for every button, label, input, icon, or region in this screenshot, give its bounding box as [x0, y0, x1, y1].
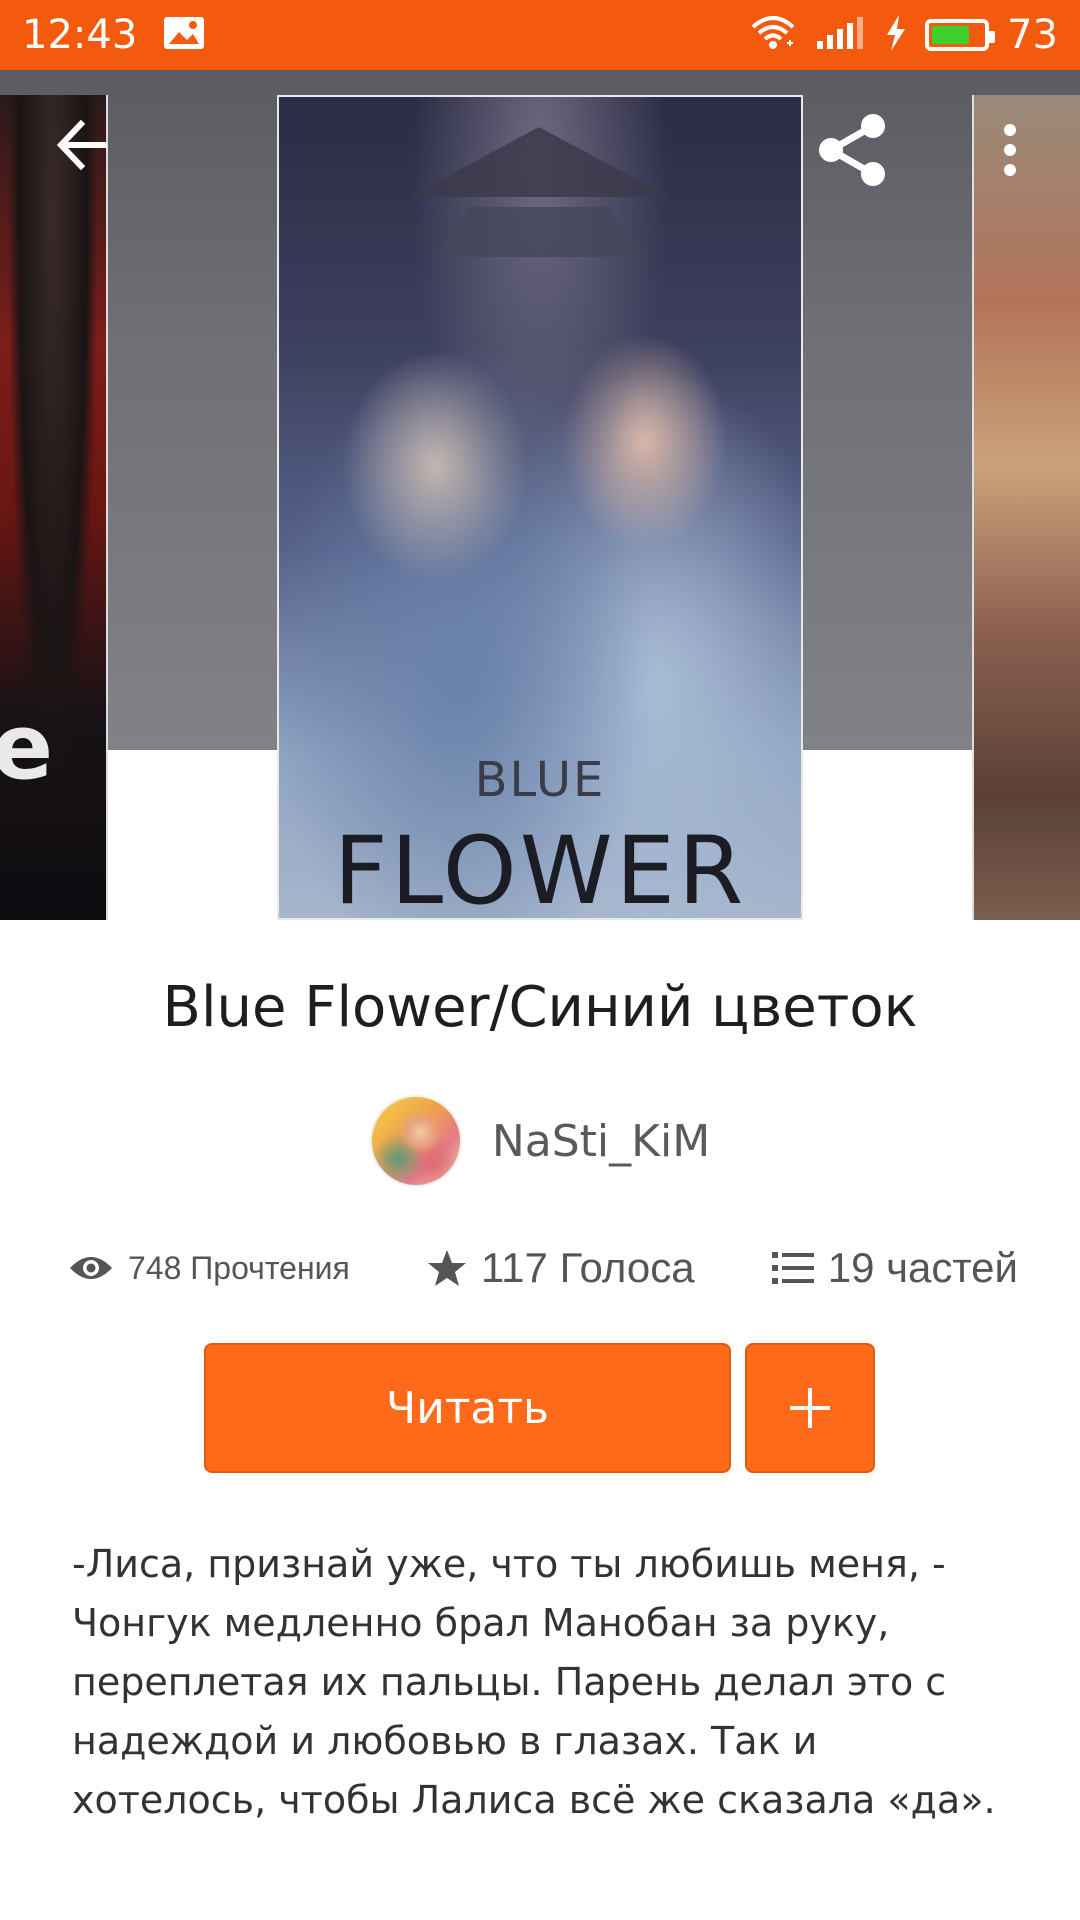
add-to-library-button[interactable] — [745, 1343, 875, 1473]
parts-stat: 19 частей — [771, 1244, 1018, 1292]
back-arrow-icon — [56, 120, 107, 170]
share-icon — [819, 114, 885, 186]
status-time: 12:43 — [22, 12, 138, 58]
more-options-button[interactable] — [985, 110, 1035, 190]
status-bar: 12:43 73 — [0, 0, 1080, 70]
avatar[interactable] — [369, 1095, 462, 1187]
more-vert-icon — [1004, 124, 1016, 176]
parts-count: 19 частей — [827, 1244, 1018, 1291]
eye-icon — [70, 1257, 112, 1279]
book-cover[interactable]: BLUE FLOWER — [277, 95, 803, 920]
story-stats: 748 Прочтения 117 Голоса 19 частей — [68, 1238, 1018, 1298]
star-icon — [427, 1250, 466, 1286]
list-icon — [771, 1252, 814, 1284]
next-cover[interactable] — [972, 95, 1080, 920]
wifi-icon — [749, 13, 797, 58]
previous-cover-text: e — [0, 695, 53, 800]
battery-icon — [925, 19, 996, 51]
cover-title-big: FLOWER — [333, 817, 747, 920]
previous-cover[interactable]: e — [0, 95, 108, 920]
cover-title-small: BLUE — [474, 752, 606, 808]
reads-count: 748 Прочтения — [128, 1249, 350, 1286]
read-button[interactable]: Читать — [204, 1343, 731, 1473]
cover-art-pagoda — [409, 127, 669, 197]
votes-count: 117 Голоса — [480, 1244, 695, 1291]
image-icon — [163, 16, 205, 55]
reads-stat: 748 Прочтения — [68, 1250, 350, 1287]
signal-icon — [815, 15, 867, 56]
share-button[interactable] — [808, 105, 898, 195]
battery-fill — [932, 26, 969, 44]
cover-art-pagoda-lower — [439, 207, 639, 257]
back-button[interactable] — [48, 110, 118, 180]
cover-carousel[interactable]: e BLUE FLOWER — [0, 70, 1080, 920]
author-name[interactable]: NaSti_KiM — [492, 1116, 710, 1167]
author-row[interactable]: NaSti_KiM — [0, 1095, 1080, 1187]
book-title: Blue Flower/Синий цветок — [162, 975, 918, 1040]
story-description: -Лиса, признай уже, что ты любишь меня, … — [72, 1542, 996, 1822]
charging-icon — [885, 14, 907, 56]
votes-stat: 117 Голоса — [427, 1244, 695, 1292]
status-left: 12:43 — [22, 12, 205, 58]
status-right: 73 — [749, 12, 1058, 58]
plus-icon — [790, 1388, 830, 1428]
battery-percent: 73 — [1007, 12, 1058, 58]
